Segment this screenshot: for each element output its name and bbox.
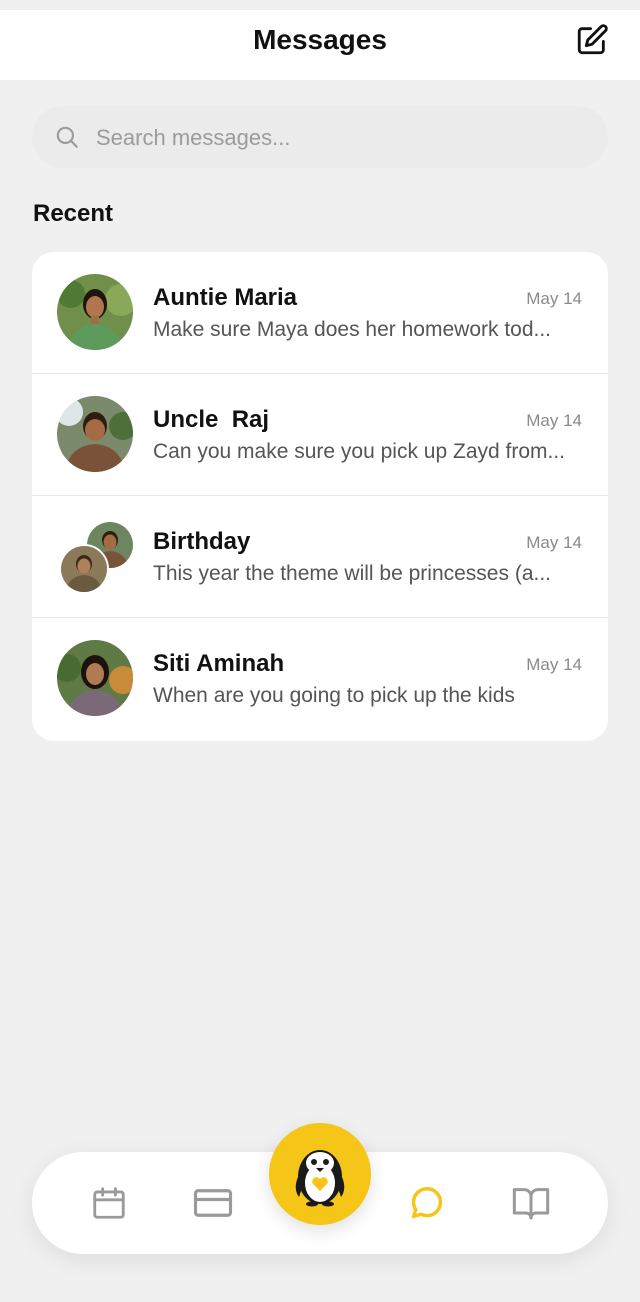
compose-icon [577,24,608,55]
avatar [57,396,133,472]
tab-calendar[interactable] [86,1180,132,1226]
contact-name: Uncle Raj [153,406,270,433]
book-open-icon [512,1188,550,1220]
message-preview: Can you make sure you pick up Zayd from.… [153,440,566,463]
page-title: Messages [253,24,387,55]
message-preview: This year the theme will be princesses (… [153,562,551,585]
message-date: May 14 [526,655,582,674]
calendar-icon [93,1187,125,1219]
chat-bubble-icon [411,1187,443,1219]
section-title-recent: Recent [33,200,114,227]
message-preview: When are you going to pick up the kids [153,684,515,707]
home-fab-button[interactable] [269,1123,371,1225]
contact-name: Siti Aminah [153,650,285,677]
contact-name: Birthday [153,528,251,555]
status-bar-strip [0,0,640,10]
conversation-row-birthday[interactable]: Birthday May 14 This year the theme will… [32,496,608,618]
compose-button[interactable] [574,22,610,58]
tab-messages[interactable] [404,1180,450,1226]
conversation-row-uncle-raj[interactable]: Uncle Raj May 14 Can you make sure you p… [32,374,608,496]
group-avatar [57,518,135,594]
search-input[interactable] [94,106,588,170]
message-date: May 14 [526,289,582,308]
conversation-row-siti-aminah[interactable]: Siti Aminah May 14 When are you going to… [32,618,608,741]
card-icon [193,1189,233,1217]
conversation-list: Auntie Maria May 14 Make sure Maya does … [32,252,608,741]
tab-card[interactable] [190,1180,236,1226]
top-bar: Messages [0,10,640,80]
penguin-logo [295,1150,345,1207]
contact-name: Auntie Maria [153,284,298,311]
message-date: May 14 [526,533,582,552]
avatar [57,640,133,716]
conversation-row-auntie-maria[interactable]: Auntie Maria May 14 Make sure Maya does … [32,252,608,374]
tab-guide[interactable] [508,1180,554,1226]
search-icon [56,126,78,148]
search-bar[interactable] [32,106,608,170]
message-date: May 14 [526,411,582,430]
avatar [57,274,133,350]
message-preview: Make sure Maya does her homework tod... [153,318,552,341]
